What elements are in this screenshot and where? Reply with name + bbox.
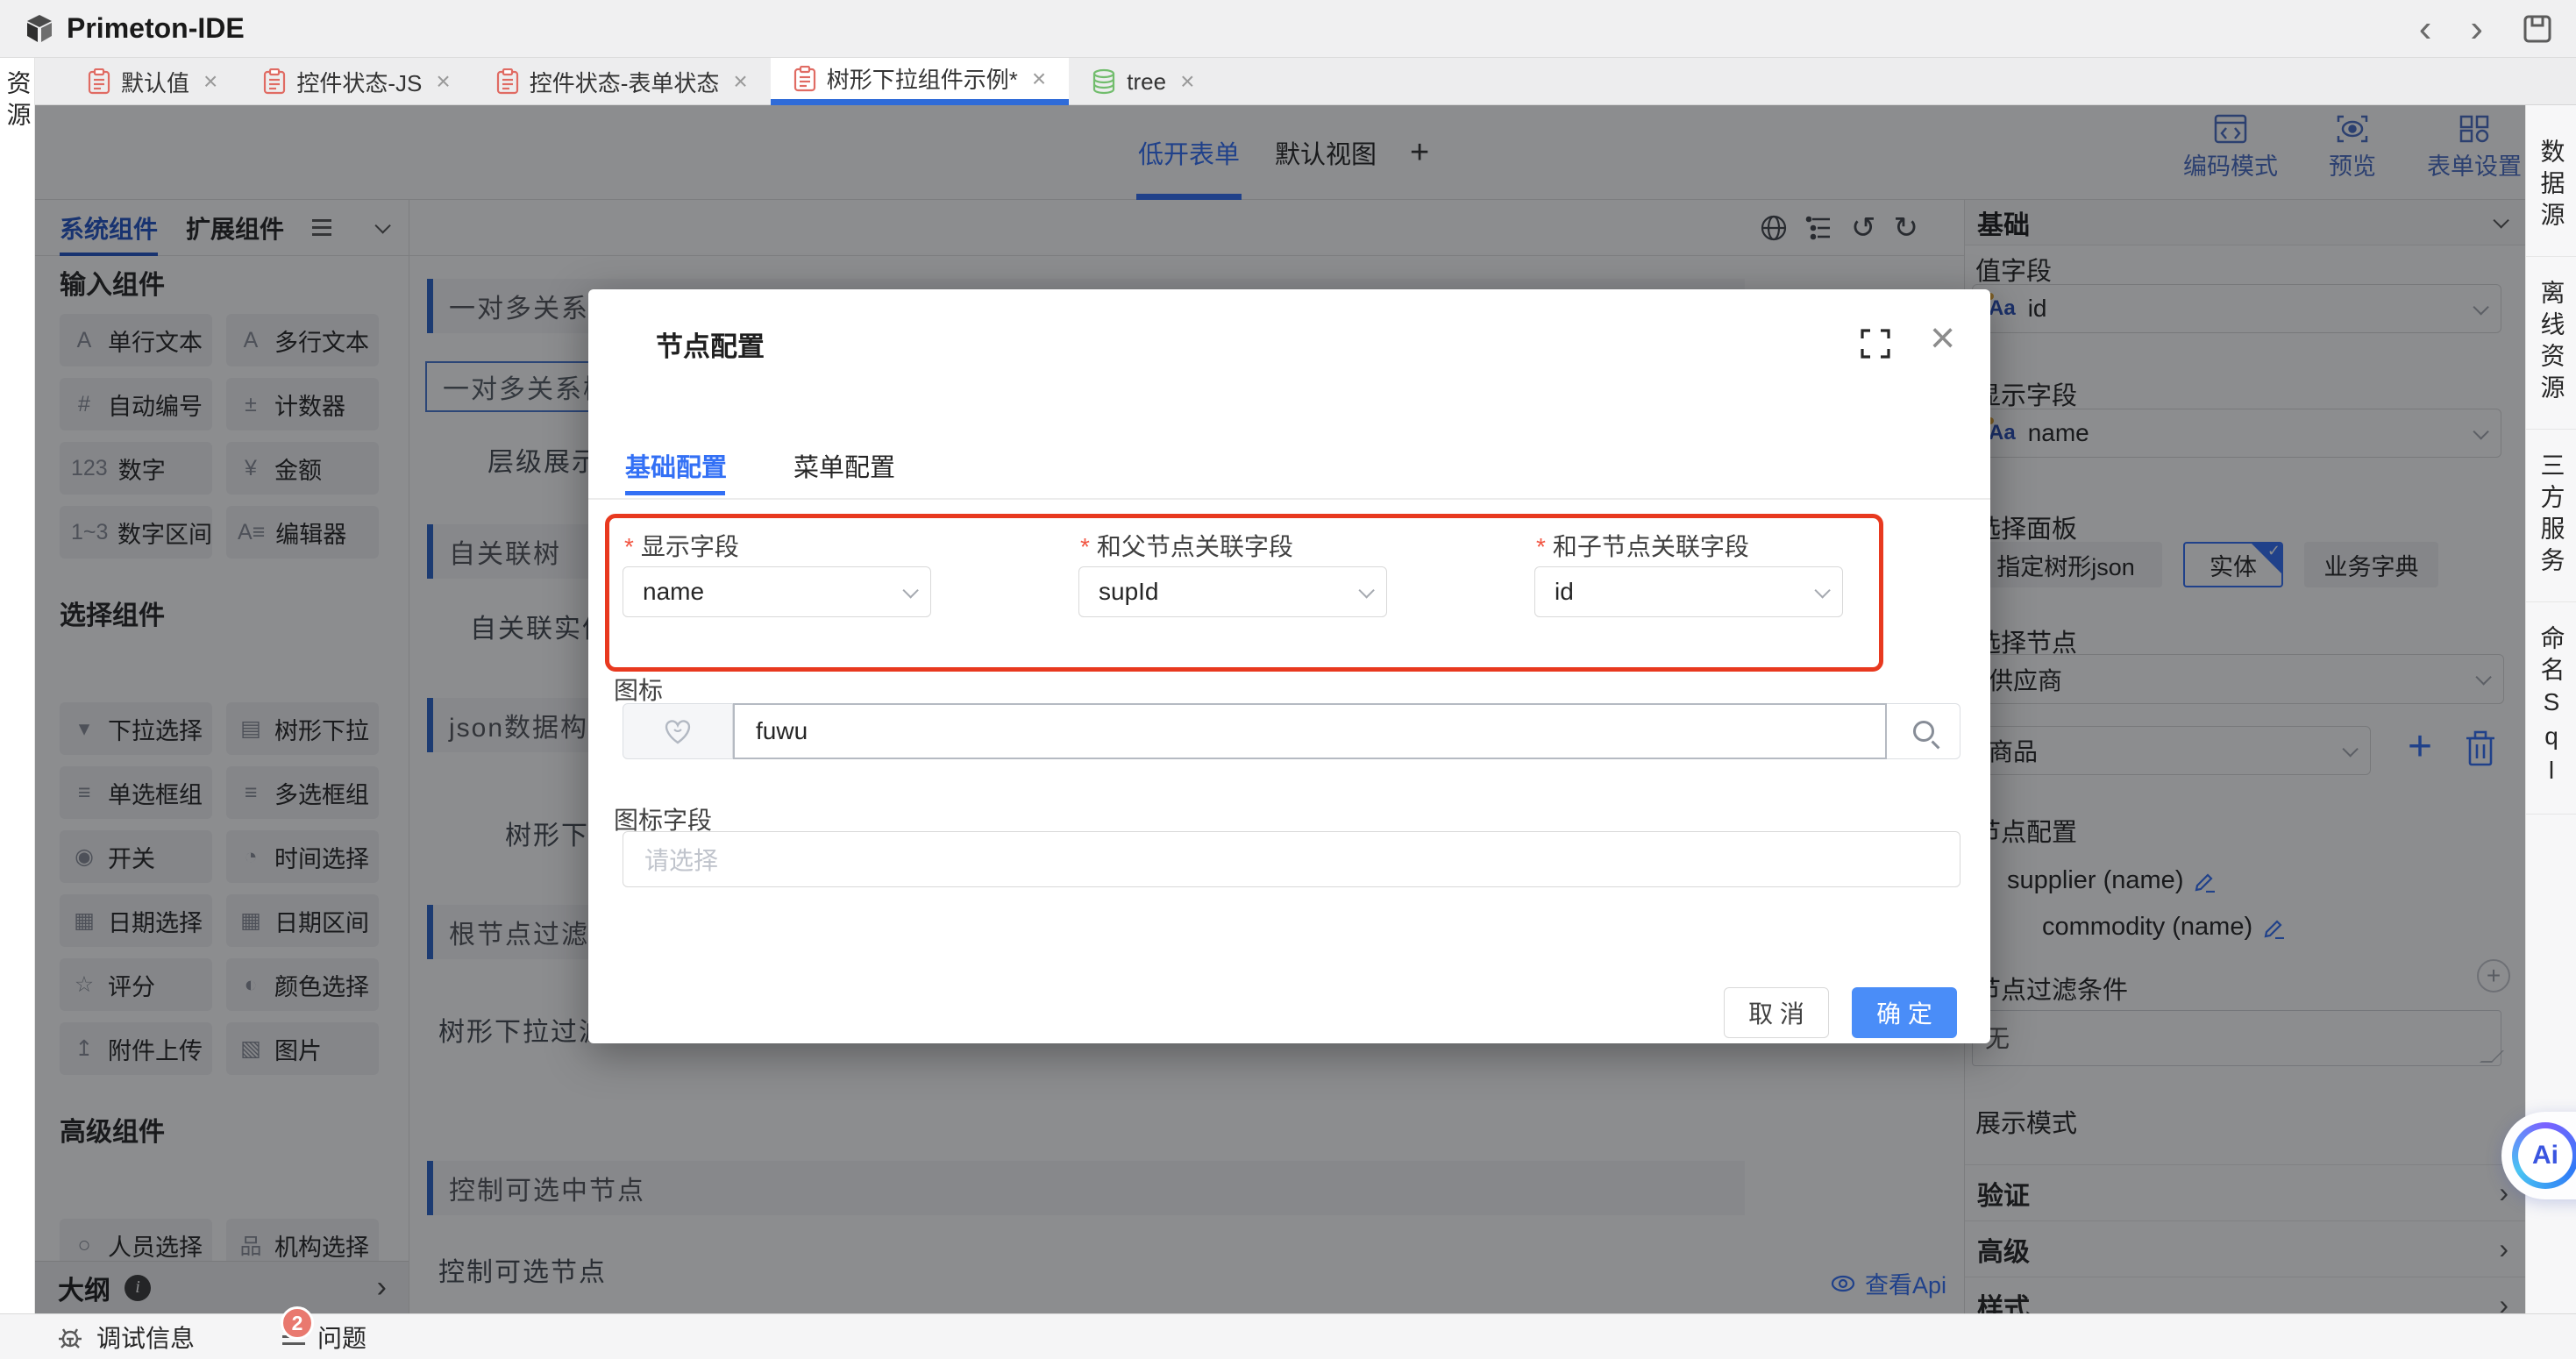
cancel-button[interactable]: 取 消	[1724, 987, 1829, 1038]
right-rail-item-label: 离线资源	[2534, 280, 2569, 406]
file-tab-label: 默认值	[121, 66, 189, 98]
icon-input-group: fuwu	[623, 703, 1960, 759]
heart-icon	[662, 716, 694, 746]
tab-divider	[588, 498, 1990, 500]
close-tab-icon[interactable]: ×	[733, 68, 747, 96]
file-tab-4[interactable]: tree ×	[1069, 58, 1217, 105]
search-icon	[1913, 721, 1934, 742]
modal-title: 节点配置	[656, 324, 765, 364]
file-tab-label: 控件状态-表单状态	[530, 66, 720, 98]
primeton-ide-app: Primeton-IDE ‹ › 默认值×控件状态-JS×控件状态-表单状态×树…	[0, 0, 2576, 1359]
bug-icon	[56, 1323, 84, 1351]
icon-search-button[interactable]	[1887, 703, 1960, 759]
close-tab-icon[interactable]: ×	[203, 68, 217, 96]
file-tab-label: 树形下拉组件示例*	[827, 62, 1018, 95]
save-icon[interactable]	[2522, 13, 2553, 45]
node-config-modal: 节点配置 × 基础配置 菜单配置 *显示字段 *和父节点关联字段 *和子节点关联…	[588, 289, 1990, 1043]
form-doc-icon	[263, 68, 286, 95]
problems-count-badge: 2	[281, 1306, 314, 1340]
child-field-select[interactable]: id	[1534, 566, 1843, 617]
modal-tab-basic[interactable]: 基础配置	[625, 447, 727, 484]
right-rail-item-label: 数据源	[2534, 139, 2569, 233]
top-header: Primeton-IDE ‹ ›	[0, 0, 2576, 58]
confirm-button[interactable]: 确 定	[1852, 987, 1957, 1038]
file-tab-1[interactable]: 控件状态-JS ×	[240, 58, 473, 105]
nav-back-icon[interactable]: ‹	[2419, 10, 2432, 48]
file-tab-bar: 默认值 × 控件状态-JS × 控件状态-表单状态 × 树形下拉组件示例* × tree ×	[35, 58, 2576, 105]
chevron-down-icon	[1358, 582, 1374, 598]
right-rail-item-3[interactable]: 命名Sql	[2526, 602, 2576, 815]
fullscreen-icon[interactable]	[1860, 328, 1891, 359]
close-tab-icon[interactable]: ×	[436, 68, 450, 96]
status-bar: 调试信息 问题	[0, 1313, 2576, 1359]
form-doc-icon	[496, 68, 519, 95]
ai-ring: Ai	[2512, 1122, 2576, 1189]
file-tab-2[interactable]: 控件状态-表单状态 ×	[473, 58, 771, 105]
icon-label: 图标	[614, 672, 663, 707]
right-rail-item-label: 命名Sql	[2534, 625, 2569, 791]
file-tab-label: 控件状态-JS	[296, 66, 422, 98]
close-tab-icon[interactable]: ×	[1180, 68, 1194, 96]
file-tab-label: tree	[1127, 68, 1166, 96]
right-rail-item-2[interactable]: 三方服务	[2526, 430, 2576, 602]
display-field-select[interactable]: name	[623, 566, 931, 617]
app-logo-icon	[23, 12, 56, 46]
left-rail-item-resources[interactable]: 资源	[0, 70, 35, 1313]
parent-field-label: *和父节点关联字段	[1080, 528, 1293, 563]
child-field-label: *和子节点关联字段	[1536, 528, 1749, 563]
icon-field-select[interactable]: 请选择	[623, 831, 1960, 887]
display-field-label: *显示字段	[624, 528, 739, 563]
right-rail-item-1[interactable]: 离线资源	[2526, 257, 2576, 430]
form-doc-icon	[88, 68, 110, 95]
icon-preview-button[interactable]	[623, 703, 733, 759]
left-rail: 资源	[0, 58, 35, 1313]
form-doc-icon	[793, 66, 816, 92]
chevron-down-icon	[902, 582, 918, 598]
chevron-down-icon	[1814, 582, 1830, 598]
right-rail-item-label: 三方服务	[2534, 452, 2569, 579]
nav-forward-icon[interactable]: ›	[2470, 10, 2483, 48]
close-icon[interactable]: ×	[1930, 312, 1955, 363]
database-icon	[1092, 68, 1116, 95]
ai-icon: Ai	[2518, 1128, 2572, 1183]
right-rail-item-0[interactable]: 数据源	[2526, 116, 2576, 257]
file-tab-3[interactable]: 树形下拉组件示例* ×	[771, 58, 1069, 105]
close-tab-icon[interactable]: ×	[1032, 65, 1046, 93]
active-tab-underline	[625, 491, 725, 495]
modal-tab-menu[interactable]: 菜单配置	[793, 447, 895, 484]
debug-info-button[interactable]: 调试信息	[56, 1320, 195, 1355]
app-title: Primeton-IDE	[67, 12, 245, 45]
parent-field-select[interactable]: supId	[1078, 566, 1387, 617]
icon-name-input[interactable]: fuwu	[733, 703, 1887, 759]
file-tab-0[interactable]: 默认值 ×	[65, 58, 240, 105]
